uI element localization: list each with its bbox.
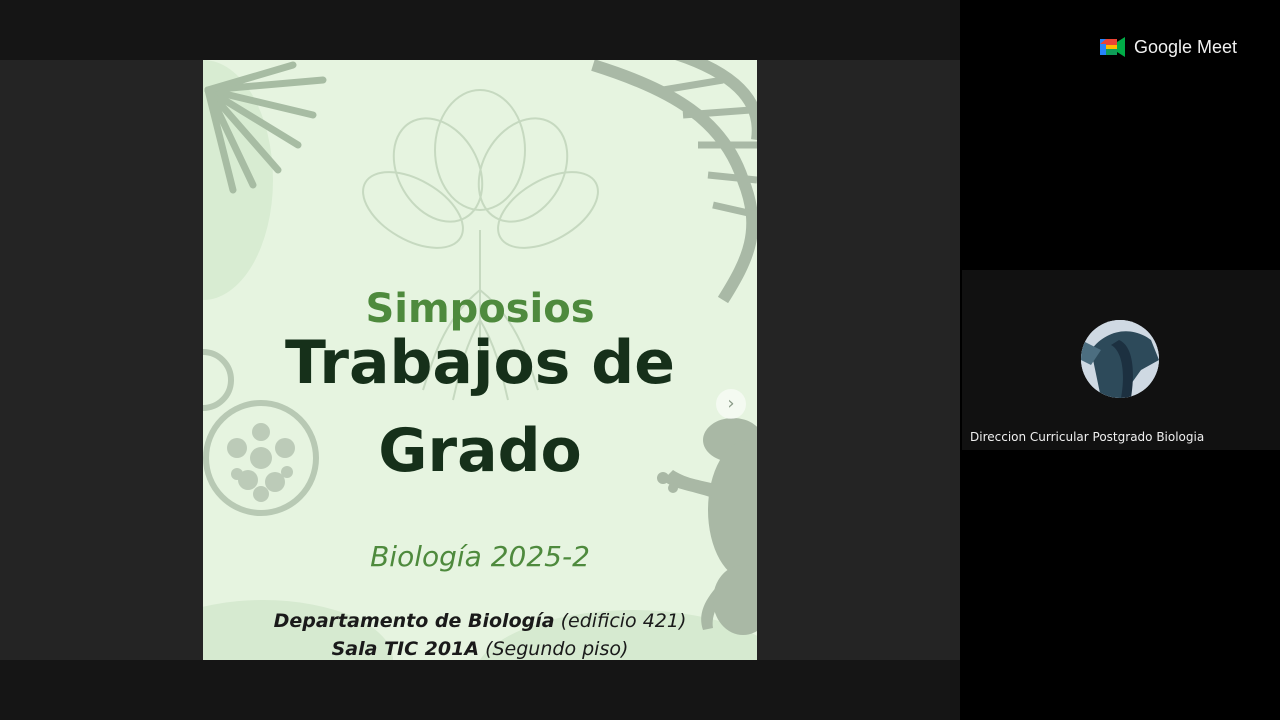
room-floor: (Segundo piso) [479, 638, 629, 660]
google-meet-brand: Google Meet [1100, 32, 1237, 62]
chevron-right-icon[interactable]: › [716, 389, 746, 419]
department-building: (edificio 421) [554, 610, 687, 632]
participant-name: Direccion Curricular Postgrado Biologia [970, 430, 1205, 444]
google-meet-logo-icon [1100, 37, 1125, 57]
slide-title-line-2: Grado [378, 416, 582, 486]
avatar-photo [1081, 320, 1159, 398]
stage-letterbox-top [0, 0, 960, 60]
slide-room: Sala TIC 201A (Segundo piso) [203, 638, 757, 660]
slide-subtitle: Biología 2025-2 [370, 540, 590, 573]
avatar [1081, 320, 1159, 398]
room-name: Sala TIC 201A [331, 638, 480, 660]
department-name: Departamento de Biología [273, 610, 555, 632]
brand-name: Google Meet [1134, 36, 1238, 57]
slide-department: Departamento de Biología (edificio 421) [203, 610, 757, 632]
slide-kicker: Simposios [365, 286, 595, 332]
slide-title-line-1: Trabajos de [285, 328, 675, 398]
shared-slide: Simposios Trabajos de Grado Biología 202… [203, 60, 757, 660]
stage-letterbox-bottom [0, 660, 960, 720]
